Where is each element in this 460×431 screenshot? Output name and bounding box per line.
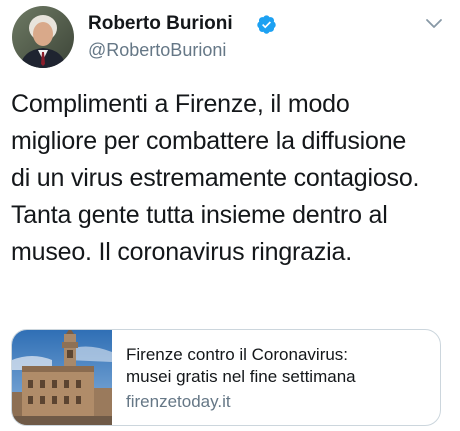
tweet-text-line: Tanta gente tutta insieme dentro al xyxy=(11,201,388,229)
avatar-image xyxy=(12,6,74,68)
author-handle[interactable]: @RobertoBurioni xyxy=(88,40,226,61)
tweet-text-line: di un virus estremamente contagioso. xyxy=(11,164,420,192)
verified-badge-icon xyxy=(257,15,276,34)
link-preview-card[interactable]: Firenze contro il Coronavirus: musei gra… xyxy=(11,329,441,426)
card-thumbnail xyxy=(12,330,112,425)
avatar[interactable] xyxy=(12,6,74,68)
tweet-text-line: migliore per combattere la diffusione xyxy=(11,127,407,155)
tweet-text: Complimenti a Firenze, il modo migliore … xyxy=(11,86,456,271)
card-title-line: musei gratis nel fine settimana xyxy=(126,367,356,386)
tweet-text-line: museo. Il coronavirus ringrazia. xyxy=(11,238,352,266)
tweet: Roberto Burioni @RobertoBurioni Complime… xyxy=(0,0,460,431)
card-domain[interactable]: firenzetoday.it xyxy=(126,392,231,412)
author-name[interactable]: Roberto Burioni xyxy=(88,13,233,35)
card-title[interactable]: Firenze contro il Coronavirus: musei gra… xyxy=(126,344,356,388)
card-title-line: Firenze contro il Coronavirus: xyxy=(126,345,349,364)
chevron-down-icon[interactable] xyxy=(424,16,444,32)
tweet-text-line: Complimenti a Firenze, il modo xyxy=(11,90,350,118)
